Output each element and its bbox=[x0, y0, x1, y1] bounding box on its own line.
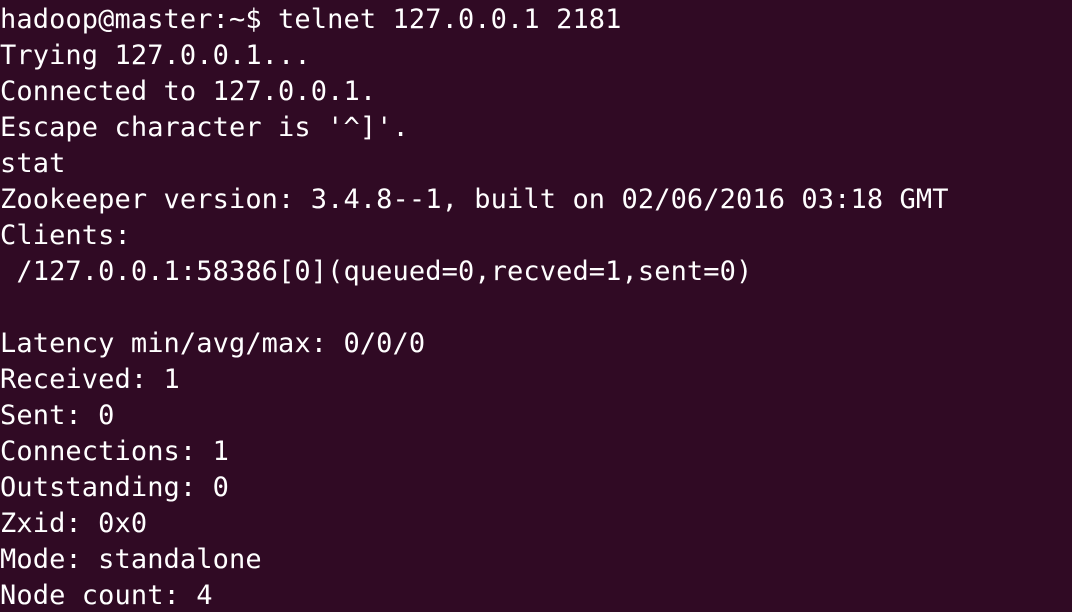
terminal-line: stat bbox=[0, 148, 66, 179]
terminal-line: Connections: 1 bbox=[0, 436, 229, 467]
terminal-line: Trying 127.0.0.1... bbox=[0, 40, 311, 71]
terminal-line: Zxid: 0x0 bbox=[0, 508, 148, 539]
terminal-line: Latency min/avg/max: 0/0/0 bbox=[0, 328, 426, 359]
terminal-line: Escape character is '^]'. bbox=[0, 112, 409, 143]
terminal-line: Clients: bbox=[0, 220, 131, 251]
terminal-line: Connected to 127.0.0.1. bbox=[0, 76, 377, 107]
terminal-window[interactable]: hadoop@master:~$ telnet 127.0.0.1 2181 T… bbox=[0, 0, 1072, 612]
terminal-line: Sent: 0 bbox=[0, 400, 115, 431]
terminal-line: Node count: 4 bbox=[0, 580, 213, 611]
terminal-line: /127.0.0.1:58386[0](queued=0,recved=1,se… bbox=[0, 256, 753, 287]
terminal-line-prompt-command: hadoop@master:~$ telnet 127.0.0.1 2181 bbox=[0, 4, 622, 35]
terminal-line: Mode: standalone bbox=[0, 544, 262, 575]
terminal-line: Zookeeper version: 3.4.8--1, built on 02… bbox=[0, 184, 949, 215]
terminal-line: Received: 1 bbox=[0, 364, 180, 395]
terminal-line: Outstanding: 0 bbox=[0, 472, 229, 503]
